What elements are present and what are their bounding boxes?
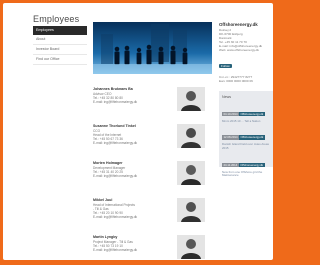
left-nav: Employees About Investor Board Find our … — [33, 26, 87, 65]
nav-item-employees[interactable]: Employees — [33, 26, 87, 35]
employee-email-link[interactable]: E-mail: ing@fiftehonmaiergy.dk — [93, 141, 173, 145]
hero-image — [93, 22, 212, 74]
follow-button[interactable]: Follow — [219, 63, 232, 69]
news-date-badge: 24.11.2014 — [222, 162, 239, 167]
website-link[interactable]: Web: www.offshoreenergy.dk — [219, 48, 273, 52]
employee-card: Martin Lyngby Project Manager - Till & G… — [93, 235, 215, 260]
page-title: Employees — [33, 14, 80, 24]
nav-item-find-our-office[interactable]: Find our Office — [33, 55, 87, 65]
employee-email-link[interactable]: E-mail: ing@fiftehonmaiergy.dk — [93, 215, 173, 219]
news-item[interactable]: 04.10.2014 Offshoreenergy.dk Mmm 2015 10 … — [222, 102, 270, 124]
news-source-badge: Offshoreenergy.dk — [238, 162, 265, 167]
employee-email-link[interactable]: E-mail: ing@fiftehonmaiergy.dk — [93, 174, 173, 178]
employee-card: Johannes Bruknaes Ba Advisor CEO Tel.: +… — [93, 87, 215, 124]
employee-card: Morten Holmager Development Manager Tel.… — [93, 161, 215, 198]
news-box: News 04.10.2014 Offshoreenergy.dk Mmm 201… — [219, 90, 273, 177]
employee-photo — [177, 235, 205, 259]
news-source-badge: Offshoreenergy.dk — [239, 111, 265, 116]
news-title: News — [222, 94, 231, 99]
news-headline-link[interactable]: Mmm 2015 10 ... Tell a Nation — [222, 119, 270, 124]
company-sidebar: Offshoreenergy.dk Dokvej 2 DK-6700 Esbje… — [219, 22, 273, 177]
ean-number: Ean: 0000 0000 0000 06 — [219, 78, 253, 83]
news-item[interactable]: 24.11.2014 Offshoreenergy.dk New from one… — [222, 153, 270, 178]
nav-item-about[interactable]: About — [33, 35, 87, 45]
employee-photo — [177, 198, 205, 222]
news-date-badge: 04.10.2014 — [222, 111, 239, 116]
employee-photo — [177, 161, 205, 185]
hero-business-silhouettes — [93, 22, 212, 74]
news-headline-link[interactable]: New from one Offshore grid the Maintenan… — [222, 170, 270, 178]
employee-email-link[interactable]: E-mail: ing@fiftehonmaiergy.dk — [93, 248, 173, 252]
follow-row: Follow — [219, 54, 273, 72]
nav-item-investor-board[interactable]: Investor Board — [33, 45, 87, 55]
employee-photo — [177, 124, 205, 148]
news-item[interactable]: 12.08.2014 Offshoreenergy.dk Danish Islan… — [222, 125, 270, 150]
employee-email-link[interactable]: E-mail: ing@fiftehonmaiergy.dk — [93, 100, 173, 104]
employee-list: Johannes Bruknaes Ba Advisor CEO Tel.: +… — [93, 87, 215, 260]
employee-card: Mikkel Juul Head of International Projec… — [93, 198, 215, 235]
news-headline-link[interactable]: Danish Island Field over Jutes Areas 201… — [222, 142, 270, 150]
page-frame: Employees Employees About Investor Board… — [3, 3, 273, 260]
employee-photo — [177, 87, 205, 111]
employee-card: Susanne Thorlund Tinkel CCO Head of the … — [93, 124, 215, 161]
news-date-badge: 12.08.2014 — [222, 135, 239, 140]
news-source-badge: Offshoreenergy.dk — [239, 135, 265, 140]
